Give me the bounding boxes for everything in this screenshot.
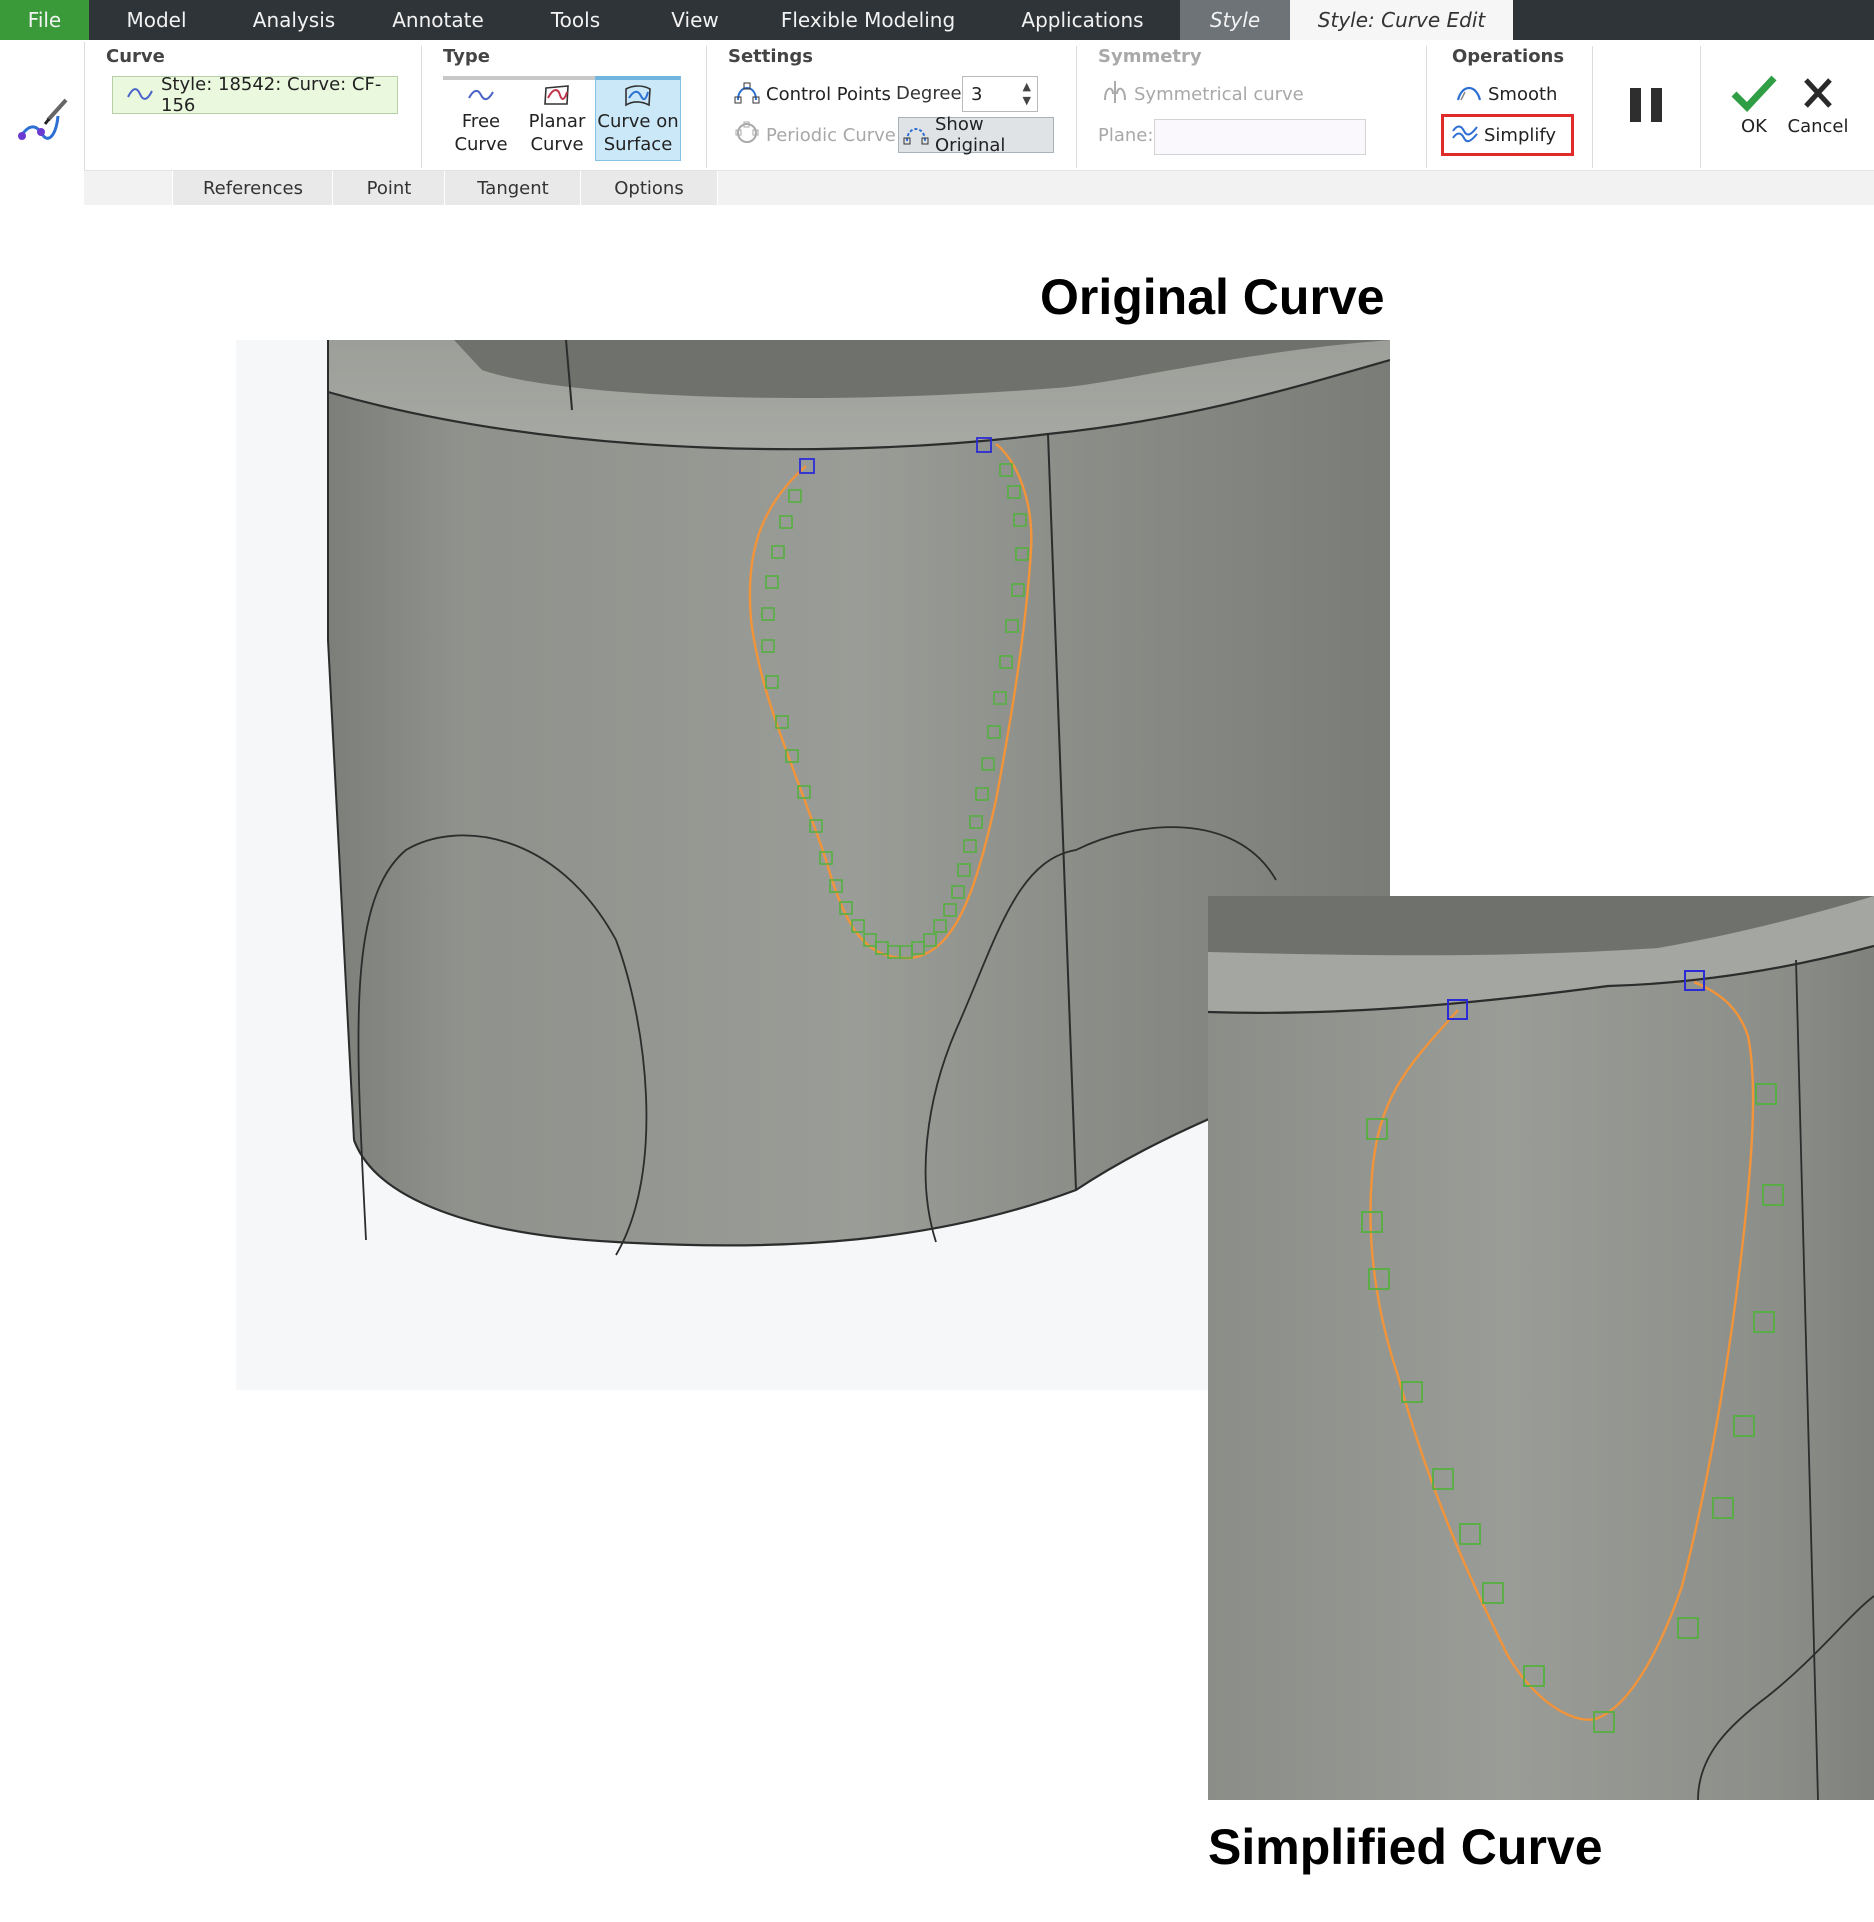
planar-curve-label-1: Planar xyxy=(528,111,586,132)
pause-icon[interactable] xyxy=(1628,86,1666,126)
planar-curve-icon xyxy=(543,80,571,110)
periodic-curve-button[interactable]: Periodic Curve xyxy=(734,119,896,151)
tab-model[interactable]: Model xyxy=(89,0,224,40)
tab-options[interactable]: Options xyxy=(580,171,718,205)
smooth-label: Smooth xyxy=(1488,83,1558,105)
degree-value: 3 xyxy=(971,83,983,105)
periodic-curve-icon xyxy=(734,121,760,150)
tab-file[interactable]: File xyxy=(0,0,89,40)
control-points-icon xyxy=(734,80,760,109)
control-points-button[interactable]: Control Points xyxy=(734,78,891,110)
smooth-button[interactable]: Smooth xyxy=(1456,78,1557,110)
spinner-arrows-icon[interactable]: ▲ ▼ xyxy=(1023,80,1031,108)
symmetrical-curve-label: Symmetrical curve xyxy=(1134,83,1304,105)
simplify-button[interactable]: Simplify xyxy=(1441,114,1574,156)
show-original-label: Show Original xyxy=(935,114,1006,156)
simplified-curve-viewport[interactable] xyxy=(1208,896,1874,1800)
control-points-label: Control Points xyxy=(766,83,891,105)
ok-label: OK xyxy=(1741,116,1767,137)
simplified-curve-heading: Simplified Curve xyxy=(1208,1819,1603,1875)
symmetrical-curve-icon xyxy=(1102,80,1128,109)
simplify-icon xyxy=(1452,123,1478,148)
simplify-label: Simplify xyxy=(1484,124,1557,146)
cancel-button[interactable]: Cancel xyxy=(1784,74,1852,154)
curve-on-surface-button[interactable]: Curve on Surface xyxy=(595,76,681,161)
group-title-symmetry: Symmetry xyxy=(1098,46,1202,67)
free-curve-icon xyxy=(468,80,494,110)
tab-point[interactable]: Point xyxy=(332,171,446,205)
group-title-type: Type xyxy=(443,46,490,67)
curve-on-surface-label-2: Surface xyxy=(603,134,673,155)
show-original-toggle[interactable]: Show Original xyxy=(898,114,1054,156)
plane-field[interactable] xyxy=(1154,119,1366,155)
planar-curve-button[interactable]: Planar Curve xyxy=(519,76,595,161)
show-original-icon xyxy=(903,121,929,150)
tab-style-curve-edit[interactable]: Style: Curve Edit xyxy=(1290,0,1513,40)
checkmark-icon xyxy=(1724,74,1784,116)
curve-on-surface-icon xyxy=(623,80,653,110)
ok-button[interactable]: OK xyxy=(1724,74,1784,154)
ribbon: Curve Style: 18542: Curve: CF-156 Type F… xyxy=(0,40,1874,205)
tab-view[interactable]: View xyxy=(639,0,751,40)
group-title-curve: Curve xyxy=(106,46,165,67)
menu-bar: File Model Analysis Annotate Tools View … xyxy=(0,0,1874,40)
tab-style[interactable]: Style xyxy=(1180,0,1290,40)
tab-tangent[interactable]: Tangent xyxy=(444,171,582,205)
free-curve-button[interactable]: Free Curve xyxy=(443,76,519,161)
tab-analysis[interactable]: Analysis xyxy=(224,0,364,40)
dashboard-tabs: References Point Tangent Options xyxy=(84,170,1874,205)
degree-label: Degree: xyxy=(896,83,968,104)
periodic-curve-label: Periodic Curve xyxy=(766,124,896,146)
symmetrical-curve-button[interactable]: Symmetrical curve xyxy=(1102,78,1304,110)
x-icon xyxy=(1784,74,1852,116)
group-title-operations: Operations xyxy=(1452,46,1565,67)
curve-sketch-icon[interactable] xyxy=(14,94,70,150)
planar-curve-label-2: Curve xyxy=(530,134,584,155)
tab-annotate[interactable]: Annotate xyxy=(364,0,512,40)
free-curve-label-2: Curve xyxy=(454,134,508,155)
smooth-icon xyxy=(1456,81,1482,108)
tab-applications[interactable]: Applications xyxy=(985,0,1180,40)
curve-on-surface-label-1: Curve on xyxy=(597,111,679,132)
degree-spinner[interactable]: 3 ▲ ▼ xyxy=(962,76,1038,112)
tab-references[interactable]: References xyxy=(172,171,334,205)
tab-flexible-modeling[interactable]: Flexible Modeling xyxy=(751,0,985,40)
curve-selector[interactable]: Style: 18542: Curve: CF-156 xyxy=(112,74,398,116)
plane-label: Plane: xyxy=(1098,125,1154,146)
wave-icon xyxy=(127,85,153,106)
original-curve-heading: Original Curve xyxy=(1040,269,1385,325)
tab-tools[interactable]: Tools xyxy=(512,0,639,40)
curve-selector-label: Style: 18542: Curve: CF-156 xyxy=(161,74,382,116)
cancel-label: Cancel xyxy=(1787,116,1849,137)
group-title-settings: Settings xyxy=(728,46,813,67)
free-curve-label-1: Free xyxy=(461,111,501,132)
